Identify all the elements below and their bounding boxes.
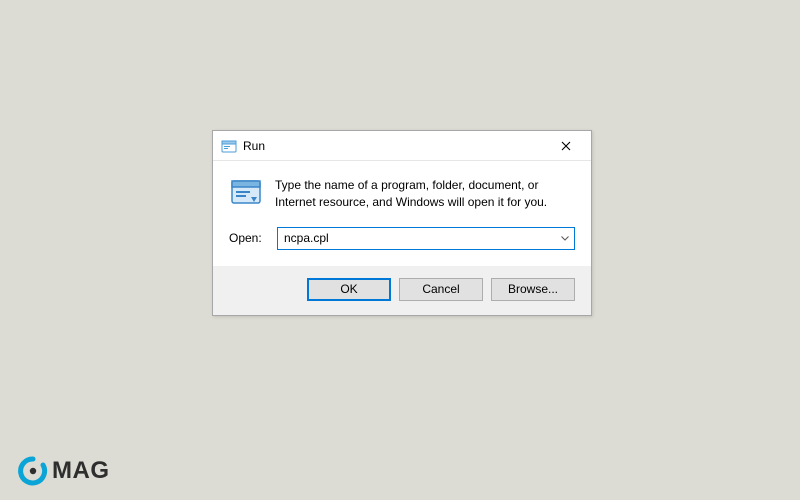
dialog-description: Type the name of a program, folder, docu… bbox=[275, 175, 575, 211]
open-input[interactable] bbox=[278, 228, 556, 249]
dialog-content: Type the name of a program, folder, docu… bbox=[213, 161, 591, 266]
titlebar[interactable]: Run bbox=[213, 131, 591, 161]
watermark-logo: MAG bbox=[18, 456, 110, 486]
browse-button[interactable]: Browse... bbox=[491, 278, 575, 301]
open-label: Open: bbox=[229, 231, 267, 245]
run-dialog: Run Type the name of a program, folder, … bbox=[212, 130, 592, 316]
run-app-icon bbox=[229, 175, 263, 209]
open-combobox[interactable] bbox=[277, 227, 575, 250]
cancel-button[interactable]: Cancel bbox=[399, 278, 483, 301]
logo-text: MAG bbox=[52, 457, 110, 485]
dialog-title: Run bbox=[243, 139, 545, 153]
button-row: OK Cancel Browse... bbox=[213, 266, 591, 315]
ok-button[interactable]: OK bbox=[307, 278, 391, 301]
chevron-down-icon[interactable] bbox=[556, 228, 574, 249]
logo-icon bbox=[18, 456, 48, 486]
run-title-icon bbox=[221, 138, 237, 154]
close-button[interactable] bbox=[545, 132, 587, 160]
